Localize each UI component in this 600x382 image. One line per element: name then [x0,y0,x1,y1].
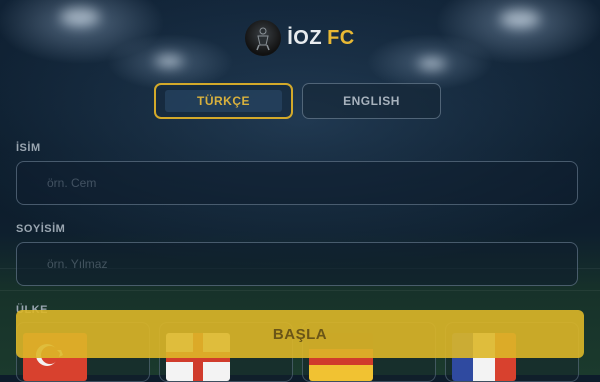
brand-header: İOZ FC [0,20,600,56]
start-button[interactable]: BAŞLA [16,310,584,358]
start-button-label: BAŞLA [272,325,328,343]
first-name-input[interactable] [16,161,578,205]
brand-title: İOZ [287,26,323,49]
brand-name: İOZ FC [287,27,355,50]
language-english-button[interactable]: ENGLISH [302,83,441,119]
football-player-icon [245,20,282,56]
language-english-label: ENGLISH [343,94,400,108]
first-name-label: İSİM [16,142,41,154]
last-name-label: SOYİSİM [16,223,66,235]
last-name-input[interactable] [16,242,578,286]
language-turkish-button[interactable]: TÜRKÇE [154,83,293,119]
language-turkish-label: TÜRKÇE [165,90,282,112]
brand-suffix: FC [327,26,355,49]
